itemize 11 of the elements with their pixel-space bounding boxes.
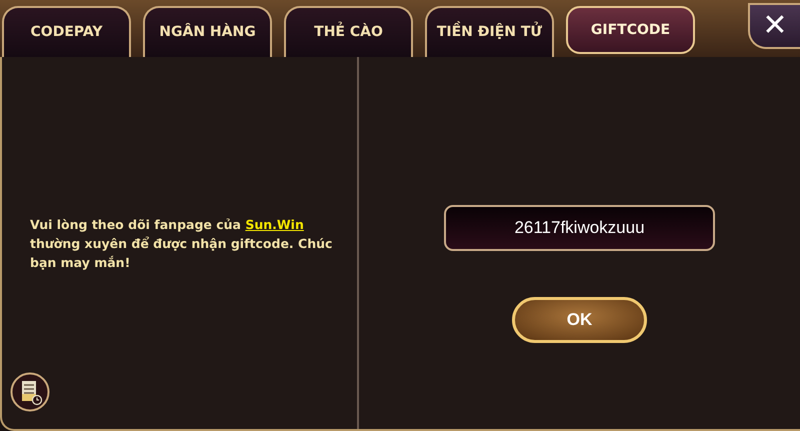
giftcode-field[interactable]: 26117fkiwokzuuu [444,205,715,251]
tab[interactable]: NGÂN HÀNG [143,6,272,57]
tab[interactable]: GIFTCODE [566,6,695,54]
history-icon[interactable] [10,372,50,412]
close-button[interactable]: ✕ [748,3,800,49]
tab[interactable]: TIỀN ĐIỆN TỬ [425,6,554,57]
fanpage-link[interactable]: Sun.Win [245,216,304,232]
tab[interactable]: THẺ CÀO [284,6,413,57]
ok-button[interactable]: OK [512,297,647,343]
tab[interactable]: CODEPAY [2,6,131,57]
notice-text: Vui lòng theo dõi fanpage của Sun.Win thường xuyên để được nhận giftcode. Chúc bạn may mắn! [30,216,334,272]
